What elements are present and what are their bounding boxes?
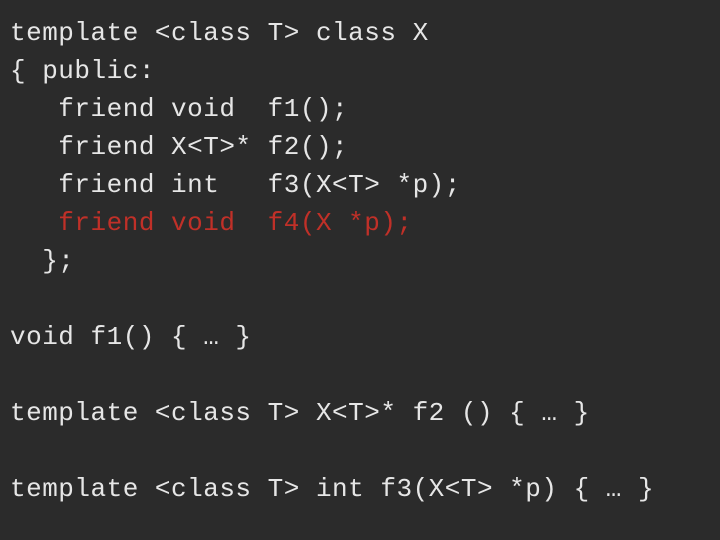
- code-line: { public:: [10, 56, 155, 86]
- code-line: void f1() { … }: [10, 322, 252, 352]
- code-block: template <class T> class X { public: fri…: [0, 0, 720, 508]
- code-line: template <class T> int f3(X<T> *p) { … }: [10, 474, 654, 504]
- code-line: template <class T> X<T>* f2 () { … }: [10, 398, 590, 428]
- code-line: friend void f1();: [10, 94, 348, 124]
- code-line: template <class T> class X: [10, 18, 429, 48]
- code-line: friend int f3(X<T> *p);: [10, 170, 461, 200]
- code-line-highlight: friend void f4(X *p);: [10, 208, 413, 238]
- code-line: };: [10, 246, 74, 276]
- code-line: friend X<T>* f2();: [10, 132, 348, 162]
